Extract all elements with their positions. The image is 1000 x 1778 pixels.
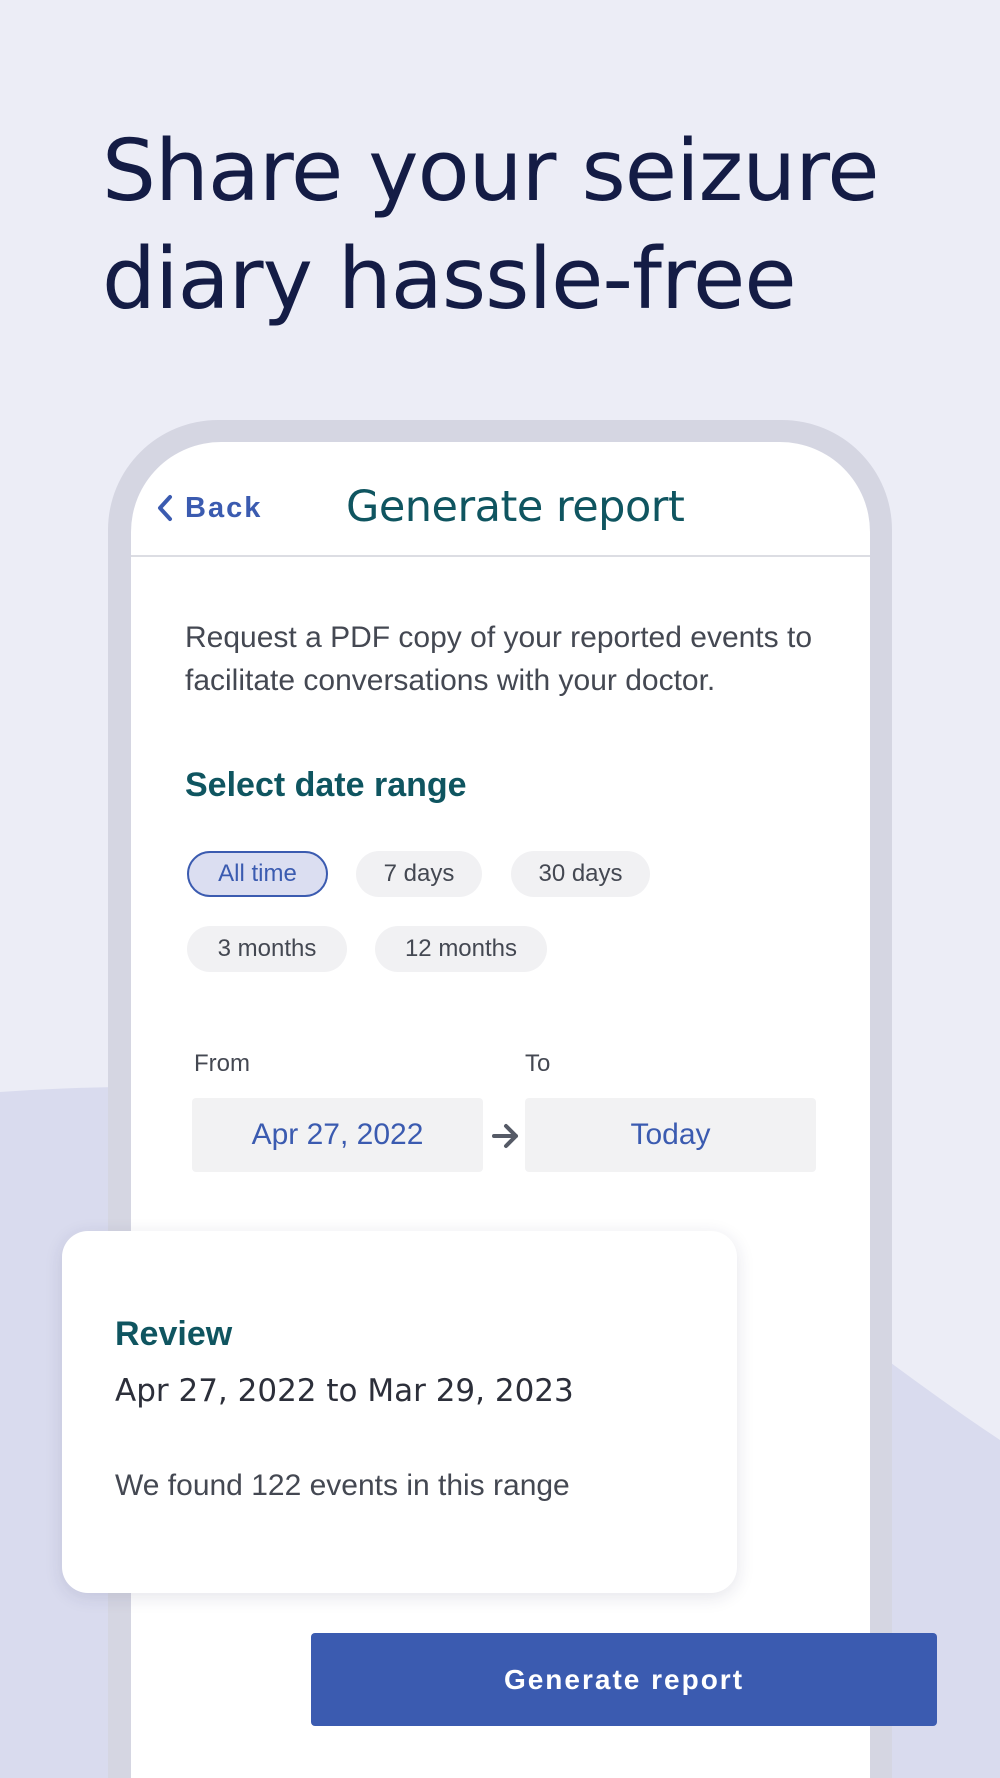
date-range-title: Select date range bbox=[185, 766, 467, 804]
generate-report-button[interactable]: Generate report bbox=[311, 1633, 937, 1726]
back-button[interactable]: Back bbox=[155, 488, 262, 528]
review-date-range: Apr 27, 2022 to Mar 29, 2023 bbox=[115, 1373, 574, 1409]
nav-bar: Back Generate report bbox=[131, 442, 870, 557]
range-chip-30-days[interactable]: 30 days bbox=[511, 851, 650, 897]
range-chip-all-time[interactable]: All time bbox=[187, 851, 328, 897]
headline-line-1: Share your seizure bbox=[102, 122, 880, 221]
range-chip-7-days[interactable]: 7 days bbox=[356, 851, 482, 897]
screen-title: Generate report bbox=[346, 482, 685, 532]
back-label: Back bbox=[185, 491, 263, 524]
review-title: Review bbox=[115, 1315, 233, 1353]
to-date-field[interactable]: Today bbox=[525, 1098, 816, 1172]
from-label: From bbox=[194, 1050, 250, 1077]
range-chip-3-months[interactable]: 3 months bbox=[187, 926, 347, 972]
range-chip-12-months[interactable]: 12 months bbox=[375, 926, 547, 972]
to-label: To bbox=[525, 1050, 551, 1077]
chevron-left-icon bbox=[158, 495, 172, 521]
intro-text: Request a PDF copy of your reported even… bbox=[185, 621, 812, 697]
arrow-right-icon bbox=[492, 1124, 518, 1148]
review-event-count: We found 122 events in this range bbox=[115, 1469, 570, 1502]
headline: Share your seizure diary hassle-free bbox=[102, 118, 962, 334]
from-date-field[interactable]: Apr 27, 2022 bbox=[192, 1098, 483, 1172]
headline-line-2: diary hassle-free bbox=[102, 230, 797, 329]
review-card: Review Apr 27, 2022 to Mar 29, 2023 We f… bbox=[62, 1231, 737, 1593]
